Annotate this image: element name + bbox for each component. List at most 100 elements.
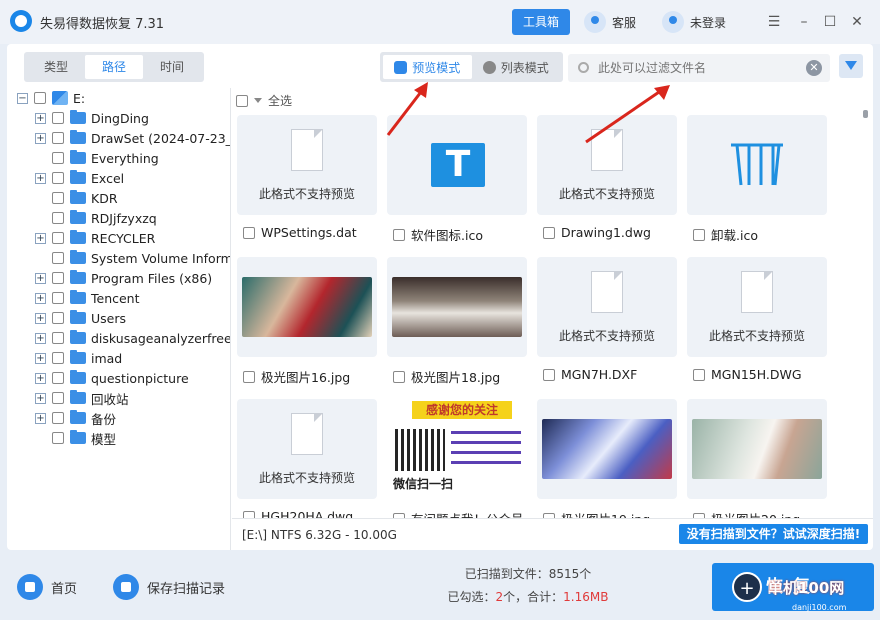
file-preview-card[interactable] [387,257,527,357]
clear-icon[interactable]: ✕ [806,60,822,76]
deep-scan-button[interactable]: 没有扫描到文件？试试深度扫描! [679,524,868,544]
tree-checkbox[interactable] [52,152,64,164]
toolbox-button[interactable]: 工具箱 [512,9,570,35]
file-checkbox[interactable] [243,510,255,518]
save-scan-button[interactable]: 保存扫描记录 [113,574,225,600]
file-name-row[interactable]: Drawing1.dwg [543,225,683,240]
tree-checkbox[interactable] [52,312,64,324]
tree-checkbox[interactable] [52,292,64,304]
list-mode-button[interactable]: 列表模式 [472,55,561,79]
expand-icon[interactable]: + [35,272,46,284]
tree-item[interactable]: System Volume Informa [35,248,230,268]
file-checkbox[interactable] [693,368,705,381]
filter-icon[interactable] [839,54,863,78]
tree-checkbox[interactable] [52,272,64,284]
tree-root[interactable]: − E: [17,88,85,108]
file-name-row[interactable]: MGN15H.DWG [693,367,833,382]
tree-item[interactable]: Everything [35,148,159,168]
tree-item[interactable]: KDR [35,188,118,208]
file-name-row[interactable]: 极光图片20.jpg [693,509,833,518]
file-name-row[interactable]: 卸载.ico [693,225,833,244]
tree-item[interactable]: + Excel [35,168,124,188]
tree-item[interactable]: + Program Files (x86) [35,268,212,288]
tree-checkbox[interactable] [52,192,64,204]
support-button[interactable]: 客服 [584,9,636,35]
expand-icon[interactable]: + [35,232,46,244]
file-checkbox[interactable] [543,226,555,239]
expand-icon[interactable]: + [35,392,46,404]
home-button[interactable]: 首页 [17,574,77,600]
tree-item[interactable]: + DingDing [35,108,149,128]
file-checkbox[interactable] [243,226,255,239]
tree-checkbox[interactable] [52,212,64,224]
file-name-row[interactable]: WPSettings.dat [243,225,383,240]
expand-icon[interactable]: + [35,172,46,184]
file-name-row[interactable]: 极光图片19.jpg [543,509,683,518]
tree-checkbox[interactable] [52,172,64,184]
tree-item[interactable]: RDJjfzyxzq [35,208,157,228]
file-preview-card[interactable] [687,399,827,499]
tree-item[interactable]: + 备份 [35,408,116,428]
tree-checkbox[interactable] [52,352,64,364]
file-checkbox[interactable] [393,370,405,383]
tree-item[interactable]: + diskusageanalyzerfree19 [35,328,230,348]
select-all-checkbox[interactable] [236,94,248,107]
expand-icon[interactable]: + [35,352,46,364]
tree-checkbox[interactable] [52,432,64,444]
expand-icon[interactable]: + [35,312,46,324]
expand-icon[interactable]: + [35,412,46,424]
tree-item[interactable]: + questionpicture [35,368,189,388]
file-checkbox[interactable] [693,228,705,241]
file-preview-card[interactable] [237,257,377,357]
expand-icon[interactable]: + [35,332,46,344]
close-icon[interactable]: ✕ [847,12,867,32]
maximize-icon[interactable]: ☐ [820,12,840,32]
tree-item[interactable]: + RECYCLER [35,228,155,248]
tree-item[interactable]: + Users [35,308,126,328]
file-preview-card[interactable]: 感谢您的关注 微信扫一扫 [387,399,527,499]
file-name-row[interactable]: HGH20HA.dwg [243,509,383,518]
menu-icon[interactable]: ☰ [764,12,784,32]
file-preview-card[interactable]: 此格式不支持预览 [537,257,677,357]
tab-time[interactable]: 时间 [143,55,201,79]
tree-item[interactable]: + 回收站 [35,388,129,408]
collapse-icon[interactable]: − [17,92,28,104]
tree-checkbox[interactable] [52,372,64,384]
tree-checkbox[interactable] [52,412,64,424]
file-name-row[interactable]: 极光图片18.jpg [393,367,533,386]
file-name-row[interactable]: 软件图标.ico [393,225,533,244]
file-preview-card[interactable]: 此格式不支持预览 [687,257,827,357]
file-checkbox[interactable] [543,368,555,381]
dropdown-icon[interactable] [254,98,262,103]
file-preview-card[interactable] [537,399,677,499]
vertical-scrollbar[interactable] [863,110,868,118]
tree-checkbox[interactable] [52,252,64,264]
file-preview-card[interactable]: 此格式不支持预览 [237,399,377,499]
tab-path[interactable]: 路径 [85,55,143,79]
tree-item[interactable]: + Tencent [35,288,140,308]
file-preview-card[interactable] [687,115,827,215]
tree-item[interactable]: + imad [35,348,122,368]
expand-icon[interactable]: + [35,292,46,304]
tree-checkbox[interactable] [52,232,64,244]
select-all[interactable]: 全选 [236,92,292,109]
tree-item[interactable]: 模型 [35,428,116,448]
tree-checkbox[interactable] [52,132,64,144]
minimize-icon[interactable]: – [794,12,814,32]
tree-checkbox[interactable] [52,392,64,404]
file-checkbox[interactable] [393,228,405,241]
file-name-row[interactable]: 极光图片16.jpg [243,367,383,386]
expand-icon[interactable]: + [35,372,46,384]
file-name-row[interactable]: MGN7H.DXF [543,367,683,382]
expand-icon[interactable]: + [35,132,46,144]
login-button[interactable]: 未登录 [662,9,726,35]
tree-checkbox[interactable] [34,92,46,104]
file-name-row[interactable]: 有问题点我！公众号 [393,509,533,518]
tree-item[interactable]: + DrawSet (2024-07-23_13 [35,128,230,148]
tab-type[interactable]: 类型 [27,55,85,79]
expand-icon[interactable]: + [35,112,46,124]
filter-input[interactable] [598,58,798,78]
preview-mode-button[interactable]: 预览模式 [383,55,472,79]
file-checkbox[interactable] [243,370,255,383]
tree-checkbox[interactable] [52,332,64,344]
